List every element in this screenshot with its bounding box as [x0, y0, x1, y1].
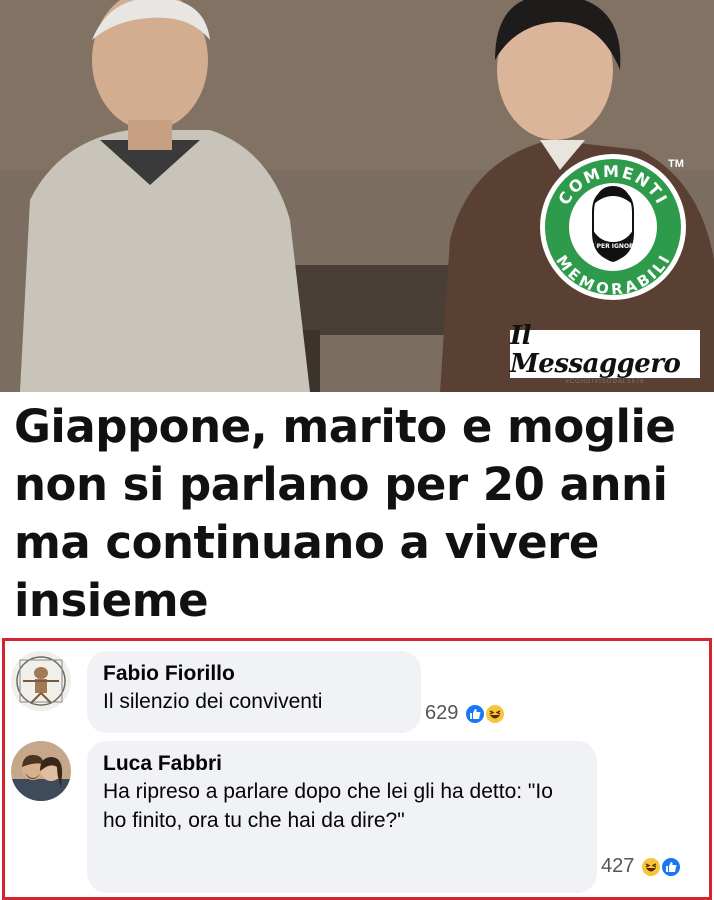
brand-name: Il Messaggero	[510, 321, 681, 379]
like-icon	[660, 855, 683, 878]
reaction-count: 427	[601, 855, 635, 877]
il-messaggero-logo: Il Messaggero #CONDIVISODAL1878	[510, 322, 700, 385]
comment-author[interactable]: Luca Fabbri	[103, 751, 581, 777]
haha-icon	[640, 855, 663, 878]
reaction-summary[interactable]: 427	[601, 855, 683, 878]
badge-center-text: NATI PER IGNORARE	[579, 243, 647, 250]
comment-text: Il silenzio dei conviventi	[103, 690, 323, 713]
highlighted-comments: Fabio Fiorillo Il silenzio dei convivent…	[2, 638, 712, 900]
brand-tagline: #CONDIVISODAL1878	[565, 379, 645, 385]
commenti-memorabili-badge: COMMENTI MEMORABILI NATI PER IGNORARE	[540, 154, 686, 300]
comment-bubble: Fabio Fiorillo Il silenzio dei convivent…	[87, 651, 421, 733]
haha-icon	[484, 702, 507, 725]
article-headline: Giappone, marito e moglie non si parlano…	[14, 400, 676, 627]
like-icon	[464, 702, 487, 725]
comment-text: Ha ripreso a parlare dopo che lei gli ha…	[103, 780, 553, 832]
header-photo: COMMENTI MEMORABILI NATI PER IGNORARE TM…	[0, 0, 714, 392]
couple-photo-avatar-icon	[11, 741, 71, 801]
avatar[interactable]	[11, 741, 71, 801]
comment-bubble: Luca Fabbri Ha ripreso a parlare dopo ch…	[87, 741, 597, 893]
reaction-count: 629	[425, 702, 459, 724]
avatar[interactable]	[11, 651, 71, 711]
trademark-mark: TM	[668, 158, 684, 170]
reaction-summary[interactable]: 629	[425, 702, 507, 725]
comment-author[interactable]: Fabio Fiorillo	[103, 661, 405, 687]
vitruvian-cat-avatar-icon	[11, 651, 71, 711]
